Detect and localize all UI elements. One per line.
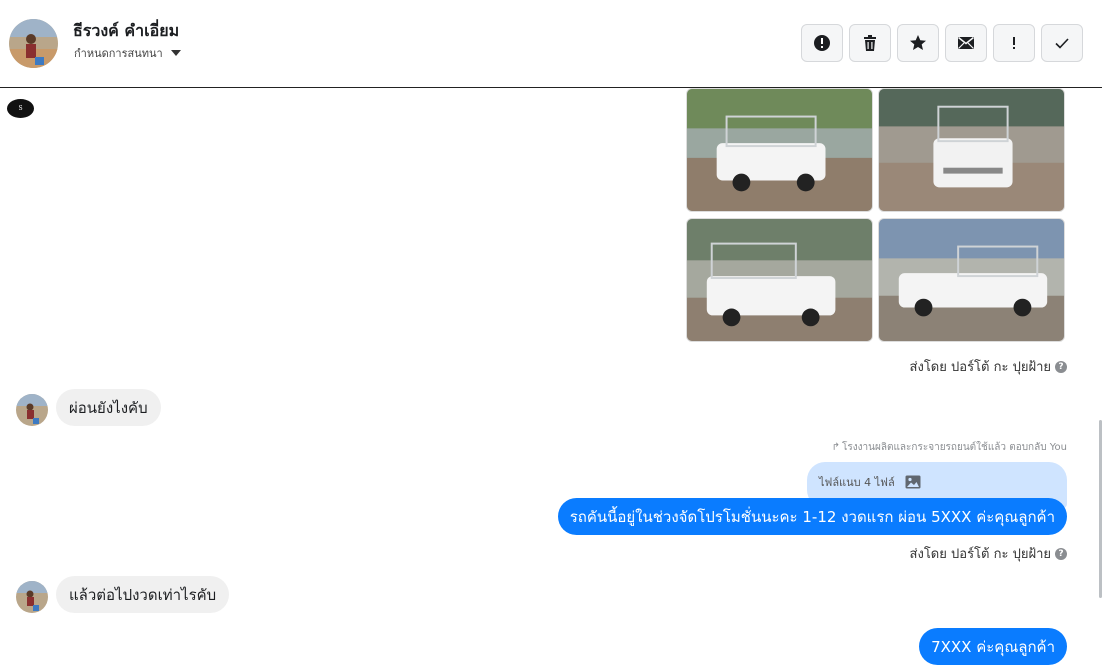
page-logo-avatar: S — [7, 99, 34, 118]
conversation-settings[interactable]: กำหนดการสนทนา — [74, 44, 181, 62]
message-sent-by: ส่งโดย ปอร์โต้ กะ ปุยฝ้าย ? — [910, 543, 1067, 564]
envelope-icon — [958, 36, 974, 49]
reply-note-text: โรงงานผลิตและกระจายรถยนต์ใช้แล้ว ตอบกลับ… — [842, 442, 1067, 453]
conversation-header: ธีรวงค์ คำเอี่ยม กำหนดการสนทนา — [0, 0, 1102, 88]
exclamation-icon — [1013, 37, 1015, 49]
photo-sent-by-text: ส่งโดย ปอร์โต้ กะ ปุยฝ้าย — [909, 360, 1051, 375]
chevron-down-icon — [170, 50, 181, 56]
conversation-toolbar — [801, 24, 1083, 62]
star-icon — [910, 35, 926, 50]
car-photo-4[interactable] — [878, 218, 1065, 342]
question-circle-icon[interactable]: ? — [1055, 360, 1067, 373]
car-photo-1[interactable] — [686, 88, 873, 212]
photo-sent-by: ส่งโดย ปอร์โต้ กะ ปุยฝ้าย ? — [910, 356, 1067, 377]
reply-arrow-icon: ↱ — [831, 442, 841, 453]
incoming-message-bubble[interactable]: ผ่อนยังไงคับ — [56, 389, 161, 426]
reply-note: ↱ โรงงานผลิตและกระจายรถยนต์ใช้แล้ว ตอบกล… — [832, 440, 1067, 455]
photo-attachment-grid — [686, 88, 1066, 343]
star-button[interactable] — [897, 24, 939, 62]
conversation-settings-label: กำหนดการสนทนา — [74, 47, 163, 60]
contact-avatar[interactable] — [9, 19, 58, 68]
mark-done-button[interactable] — [1041, 24, 1083, 62]
message-sent-by-text: ส่งโดย ปอร์โต้ กะ ปุยฝ้าย — [909, 547, 1051, 562]
customer-avatar[interactable] — [16, 394, 48, 426]
contact-name[interactable]: ธีรวงค์ คำเอี่ยม — [73, 19, 179, 44]
outgoing-message-bubble[interactable]: รถคันนี้อยู่ในช่วงจัดโปรโมชั่นนะคะ 1-12 … — [557, 498, 1067, 535]
car-photo-3[interactable] — [686, 218, 873, 342]
customer-avatar[interactable] — [16, 581, 48, 613]
reply-quote-text: ไฟล์แนบ 4 ไฟล์ — [819, 476, 895, 489]
incoming-message-bubble[interactable]: แล้วต่อไปงวดเท่าไรคับ — [56, 576, 230, 613]
trash-icon — [864, 35, 876, 51]
delete-button[interactable] — [849, 24, 891, 62]
outgoing-message-bubble[interactable]: 7XXX ค่ะคุณลูกค้า — [919, 628, 1067, 665]
follow-up-button[interactable] — [993, 24, 1035, 62]
alert-circle-icon — [814, 35, 830, 51]
mark-unread-button[interactable] — [945, 24, 987, 62]
question-circle-icon[interactable]: ? — [1055, 547, 1067, 560]
car-photo-2[interactable] — [878, 88, 1065, 212]
mark-spam-button[interactable] — [801, 24, 843, 62]
check-icon — [1055, 38, 1069, 49]
image-icon — [905, 475, 921, 489]
